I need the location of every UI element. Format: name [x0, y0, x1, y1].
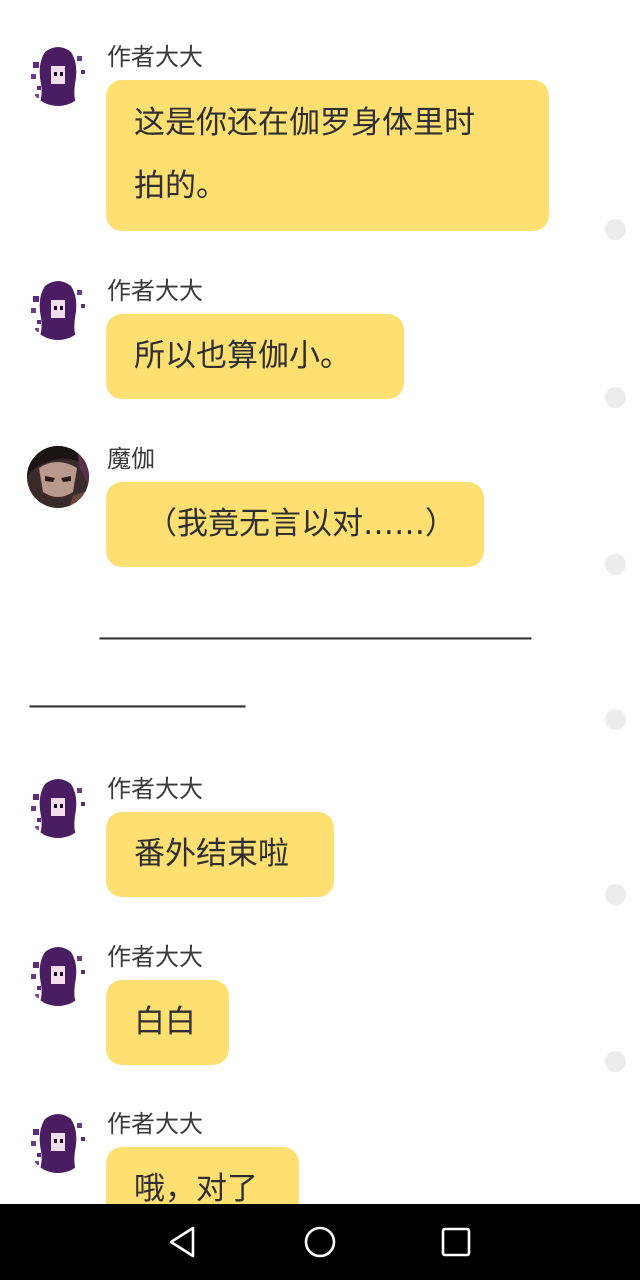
narration-line: ————————: [28, 688, 247, 723]
message-bubble[interactable]: 这是你还在伽罗身体里时 拍的。: [106, 80, 549, 231]
status-dot: [605, 554, 626, 575]
message-text-line: 哦，对了: [134, 1171, 258, 1204]
back-button[interactable]: [163, 1222, 203, 1262]
narration-line: ————————————————: [98, 620, 533, 655]
chat-view[interactable]: 作者大大 这是你还在伽罗身体里时 拍的。 作者大大 所以也算伽小。 魔伽 （我竟…: [0, 0, 640, 1204]
navigation-bar: [0, 1204, 640, 1280]
sender-name: 作者大大: [107, 43, 203, 71]
moga-avatar[interactable]: [27, 446, 89, 508]
message-text-line: 这是你还在伽罗身体里时: [134, 105, 475, 141]
author-avatar[interactable]: [27, 776, 89, 838]
sender-name: 魔伽: [107, 445, 155, 473]
message-bubble[interactable]: （我竟无言以对……）: [106, 482, 484, 567]
sender-name: 作者大大: [107, 943, 203, 971]
message-bubble[interactable]: 所以也算伽小。: [106, 314, 404, 399]
status-dot: [605, 1051, 626, 1072]
sender-name: 作者大大: [107, 1110, 203, 1138]
message-text-line: 拍的。: [134, 168, 227, 204]
message-text-line: 番外结束啦: [134, 836, 289, 872]
sender-name: 作者大大: [107, 277, 203, 305]
recents-square-icon: [441, 1227, 471, 1257]
status-dot: [605, 709, 626, 730]
status-dot: [605, 219, 626, 240]
author-avatar[interactable]: [27, 44, 89, 106]
back-triangle-icon: [169, 1226, 195, 1258]
message-text-line: （我竟无言以对……）: [146, 506, 456, 542]
message-bubble[interactable]: 哦，对了: [106, 1147, 299, 1204]
home-circle-icon: [304, 1226, 336, 1258]
recents-button[interactable]: [436, 1222, 476, 1262]
author-avatar[interactable]: [27, 278, 89, 340]
message-bubble[interactable]: 番外结束啦: [106, 812, 334, 897]
status-dot: [605, 884, 626, 905]
message-text-line: 所以也算伽小。: [134, 338, 351, 374]
status-dot: [605, 387, 626, 408]
home-button[interactable]: [300, 1222, 340, 1262]
author-avatar[interactable]: [27, 944, 89, 1006]
message-text-line: 白白: [134, 1004, 196, 1040]
sender-name: 作者大大: [107, 775, 203, 803]
message-bubble[interactable]: 白白: [106, 980, 229, 1065]
author-avatar[interactable]: [27, 1111, 89, 1173]
